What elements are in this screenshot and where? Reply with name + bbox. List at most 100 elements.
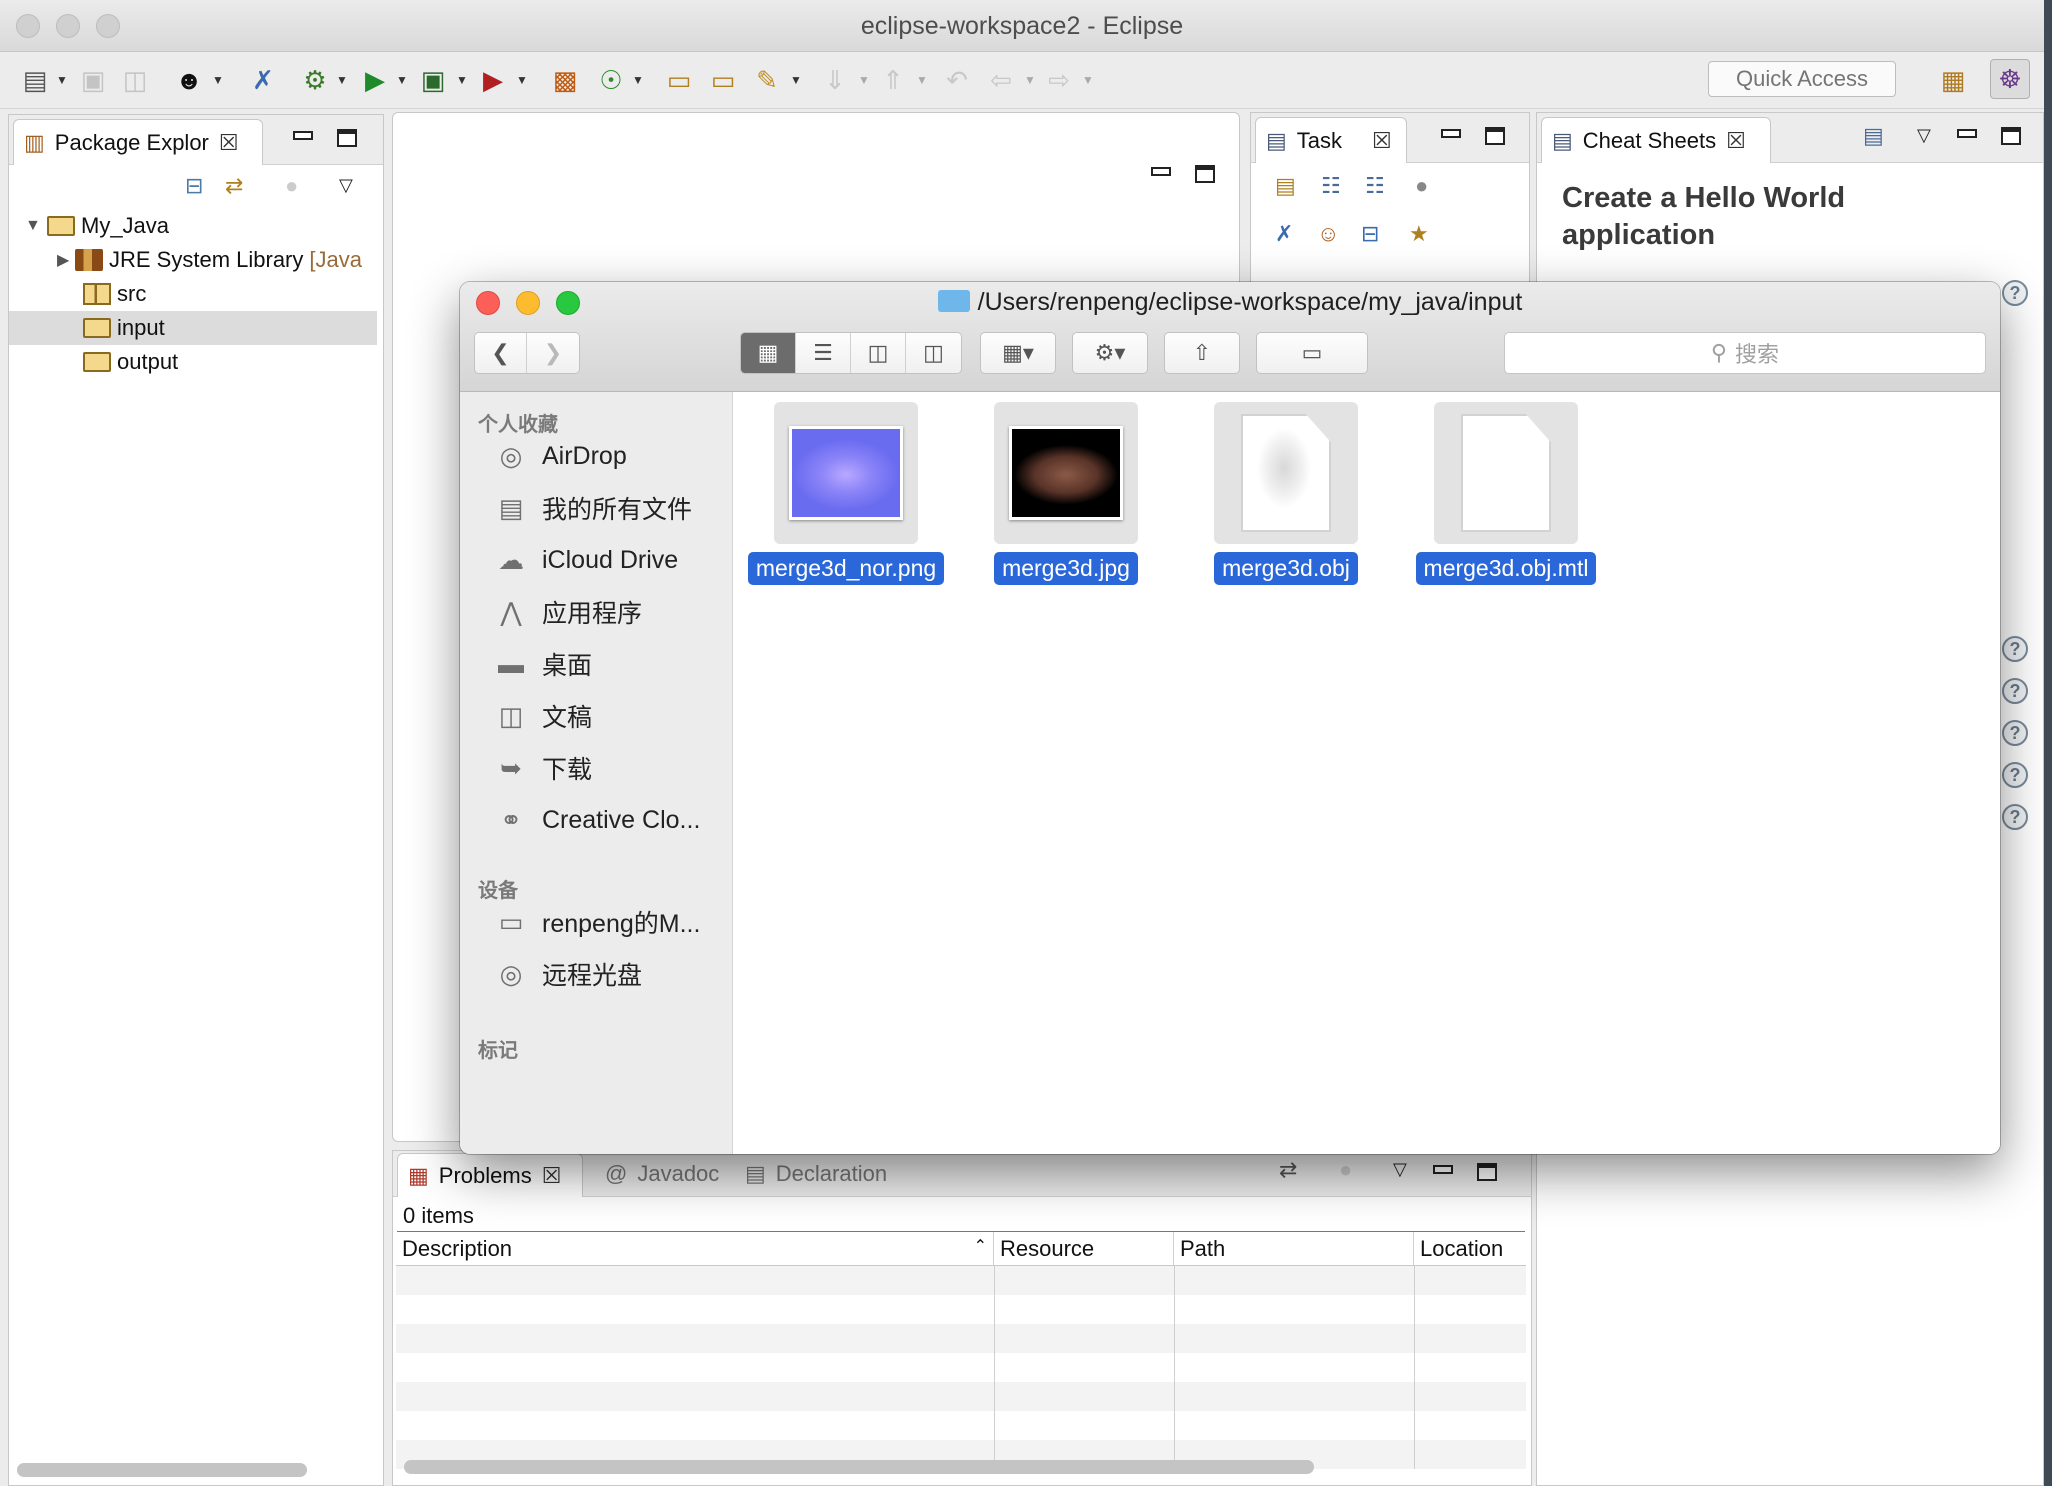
help-icon[interactable]: ? xyxy=(2002,804,2028,830)
collapse-all-icon[interactable]: ⊟ xyxy=(1361,221,1379,247)
back-icon[interactable]: ⇦ xyxy=(984,63,1018,97)
help-icon[interactable]: ? xyxy=(2002,636,2028,662)
search-icon[interactable]: ✎ xyxy=(750,63,784,97)
tab-javadoc[interactable]: @ Javadoc xyxy=(605,1161,719,1187)
maximize-view-button[interactable] xyxy=(2001,127,2021,145)
skip-breakpoints-icon[interactable]: ✗ xyxy=(246,63,280,97)
chevron-down-icon[interactable]: ▼ xyxy=(396,73,408,87)
maximize-editor-button[interactable] xyxy=(1195,165,1215,183)
minimize-view-button[interactable] xyxy=(1957,129,1977,138)
sidebar-item-icloud-drive[interactable]: ☁ iCloud Drive xyxy=(494,540,678,580)
filter-icon[interactable]: ● xyxy=(1415,173,1428,199)
profile-icon[interactable]: ☻ xyxy=(172,63,206,97)
maximize-view-button[interactable] xyxy=(1485,127,1505,145)
arrange-button[interactable]: ▦▾ xyxy=(980,332,1056,374)
chevron-down-icon[interactable]: ▼ xyxy=(1024,73,1036,87)
chevron-down-icon[interactable]: ▼ xyxy=(632,73,644,87)
sidebar-item-applications[interactable]: ⋀ 应用程序 xyxy=(494,592,642,632)
synchronize-icon[interactable]: ★ xyxy=(1409,221,1429,247)
chevron-down-icon[interactable]: ▼ xyxy=(790,73,802,87)
open-task-icon[interactable]: ▭ xyxy=(706,63,740,97)
list-view-button[interactable]: ☰ xyxy=(796,333,851,373)
new-wizard-icon[interactable]: ▤ xyxy=(18,63,52,97)
help-icon[interactable]: ? xyxy=(2002,720,2028,746)
new-class-icon[interactable]: ☉ xyxy=(594,63,628,97)
debug-icon[interactable]: ⚙ xyxy=(298,63,332,97)
sidebar-item-documents[interactable]: ◫ 文稿 xyxy=(494,696,592,736)
chevron-down-icon[interactable]: ▼ xyxy=(336,73,348,87)
chevron-down-icon[interactable]: ▼ xyxy=(516,73,528,87)
file-item[interactable]: merge3d.obj.mtl xyxy=(1406,402,1606,585)
hide-completed-icon[interactable]: ✗ xyxy=(1275,221,1293,247)
chevron-down-icon[interactable]: ▼ xyxy=(56,73,68,87)
file-item[interactable]: merge3d_nor.png xyxy=(746,402,946,585)
tab-declaration[interactable]: ▤ Declaration xyxy=(745,1161,887,1187)
tab-package-explorer[interactable]: ▥ Package Explor ☒ xyxy=(13,119,263,165)
sidebar-item-all-files[interactable]: ▤ 我的所有文件 xyxy=(494,488,692,528)
tree-item-input[interactable]: input xyxy=(9,311,377,345)
collapse-all-icon[interactable]: ▤ xyxy=(1863,123,1884,149)
close-icon[interactable]: ☒ xyxy=(219,130,239,156)
horizontal-scrollbar[interactable] xyxy=(17,1463,307,1477)
help-icon[interactable]: ? xyxy=(2002,280,2028,306)
help-icon[interactable]: ? xyxy=(2002,762,2028,788)
chevron-down-icon[interactable]: ▼ xyxy=(1082,73,1094,87)
link-with-editor-icon[interactable]: ⇄ xyxy=(225,173,243,199)
sidebar-item-desktop[interactable]: ▬ 桌面 xyxy=(494,644,592,684)
chevron-down-icon[interactable]: ▼ xyxy=(916,73,928,87)
quick-access-input[interactable] xyxy=(1708,61,1896,97)
icon-view-button[interactable]: ▦ xyxy=(741,333,796,373)
coverage-icon[interactable]: ▣ xyxy=(416,63,450,97)
chevron-down-icon[interactable]: ▼ xyxy=(858,73,870,87)
forward-button[interactable]: ❯ xyxy=(527,333,579,373)
save-all-icon[interactable]: ◫ xyxy=(118,63,152,97)
column-location[interactable]: Location xyxy=(1414,1232,1524,1265)
view-menu-icon[interactable]: ▽ xyxy=(339,175,353,196)
sidebar-item-downloads[interactable]: ➥ 下载 xyxy=(494,748,592,788)
help-icon[interactable]: ? xyxy=(2002,678,2028,704)
expand-arrow-icon[interactable]: ▼ xyxy=(25,217,43,235)
configure-contents-icon[interactable]: ⇄ xyxy=(1279,1157,1297,1183)
scheduled-icon[interactable]: ☷ xyxy=(1365,173,1385,199)
tab-cheat-sheets[interactable]: ▤ Cheat Sheets ☒ xyxy=(1541,117,1771,163)
chevron-down-icon[interactable]: ▼ xyxy=(456,73,468,87)
close-icon[interactable]: ☒ xyxy=(542,1163,562,1189)
sidebar-item-laptop[interactable]: ▭ renpeng的M... xyxy=(494,902,701,942)
run-icon[interactable]: ▶ xyxy=(358,63,392,97)
sidebar-item-creative-cloud[interactable]: ⚭ Creative Clo... xyxy=(494,800,700,840)
filters-icon[interactable]: ● xyxy=(1339,1157,1352,1183)
file-item[interactable]: merge3d.jpg xyxy=(966,402,1166,585)
collapse-arrow-icon[interactable]: ▶ xyxy=(57,250,75,270)
column-path[interactable]: Path xyxy=(1174,1232,1414,1265)
coverflow-view-button[interactable]: ◫ xyxy=(906,333,961,373)
close-icon[interactable]: ☒ xyxy=(1372,128,1392,154)
next-annotation-icon[interactable]: ⇓ xyxy=(818,63,852,97)
minimize-view-button[interactable] xyxy=(1433,1165,1453,1174)
maximize-view-button[interactable] xyxy=(337,129,357,147)
new-task-icon[interactable]: ▤ xyxy=(1275,173,1296,199)
minimize-view-button[interactable] xyxy=(1441,129,1461,138)
finder-search-field[interactable]: ⚲ 搜索 xyxy=(1504,332,1986,374)
last-edit-icon[interactable]: ↶ xyxy=(940,63,974,97)
open-perspective-icon[interactable]: ▦ xyxy=(1936,63,1970,97)
column-description[interactable]: Description ⌃ xyxy=(396,1232,994,1265)
save-icon[interactable]: ▣ xyxy=(76,63,110,97)
tree-item-my-java[interactable]: ▼ My_Java xyxy=(9,209,377,243)
chevron-down-icon[interactable]: ▼ xyxy=(212,73,224,87)
minimize-view-button[interactable] xyxy=(293,131,313,140)
filters-icon[interactable]: ● xyxy=(285,173,298,199)
tree-item-output[interactable]: output xyxy=(9,345,377,379)
tab-problems[interactable]: ▦ Problems ☒ xyxy=(397,1153,583,1197)
forward-icon[interactable]: ⇨ xyxy=(1042,63,1076,97)
sidebar-item-airdrop[interactable]: ◎ AirDrop xyxy=(494,436,627,476)
column-view-button[interactable]: ◫ xyxy=(851,333,906,373)
view-menu-icon[interactable]: ▽ xyxy=(1917,125,1931,146)
file-item[interactable]: merge3d.obj xyxy=(1186,402,1386,585)
action-gear-button[interactable]: ⚙▾ xyxy=(1072,332,1148,374)
back-button[interactable]: ❮ xyxy=(475,333,527,373)
maximize-view-button[interactable] xyxy=(1477,1163,1497,1181)
tree-item-src[interactable]: src xyxy=(9,277,377,311)
tab-task[interactable]: ▤ Task ☒ xyxy=(1255,117,1407,163)
focus-icon[interactable]: ☺ xyxy=(1317,221,1339,247)
share-button[interactable]: ⇧ xyxy=(1164,332,1240,374)
